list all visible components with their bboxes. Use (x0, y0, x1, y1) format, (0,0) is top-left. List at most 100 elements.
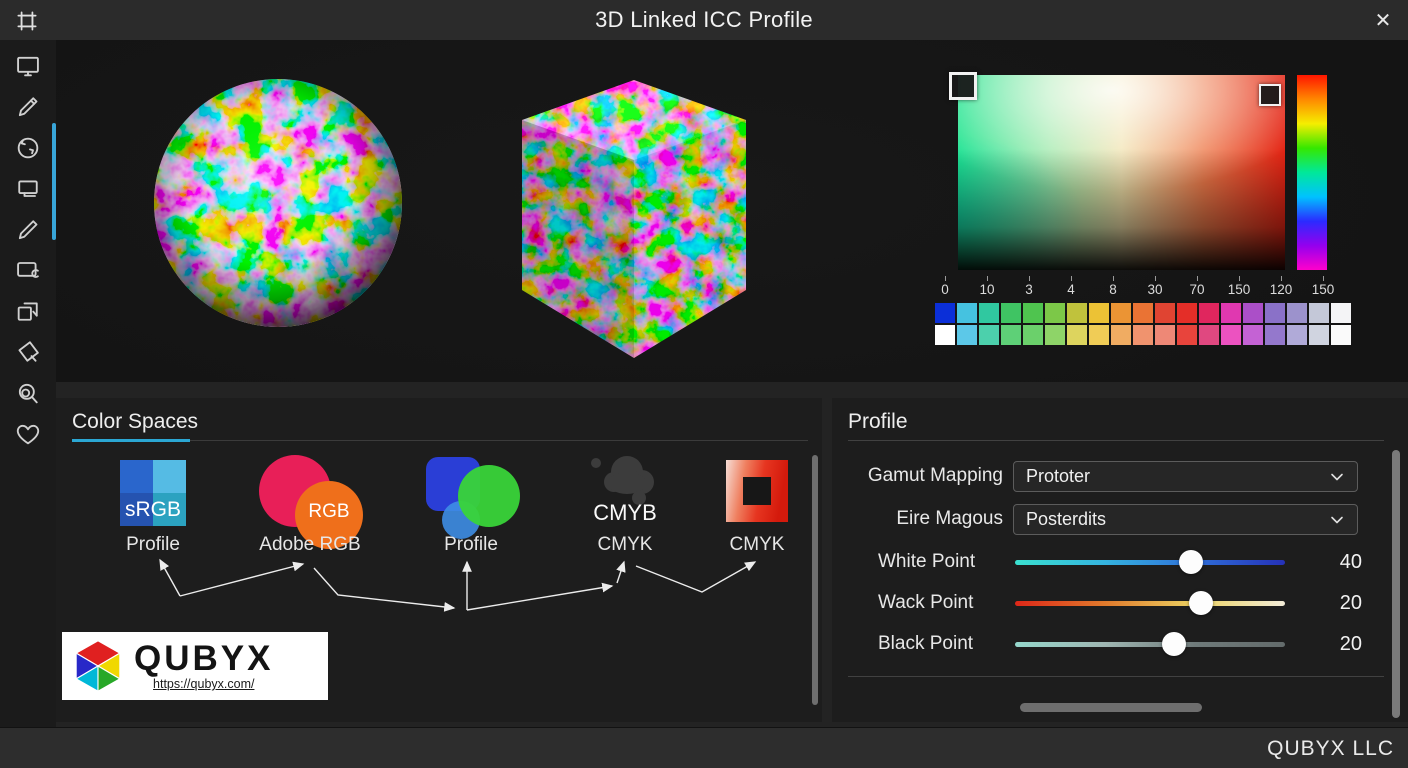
color-ruler: 0103483070150120150 (928, 276, 1340, 300)
color-gradient-field[interactable] (958, 75, 1285, 270)
3d-viewport[interactable]: 0103483070150120150 (56, 40, 1408, 382)
color-swatch[interactable] (1243, 325, 1263, 345)
dropdown-value: Prototer (1026, 466, 1329, 487)
cmyk-red-square-icon[interactable] (726, 460, 788, 522)
color-swatch[interactable] (1155, 325, 1175, 345)
color-swatch[interactable] (1331, 325, 1351, 345)
dropdown-value: Posterdits (1026, 509, 1329, 530)
color-swatch[interactable] (979, 325, 999, 345)
color-swatch[interactable] (1309, 303, 1329, 323)
gradient-selector-1[interactable] (949, 72, 977, 100)
divider (848, 676, 1384, 677)
gamut-mapping-dropdown[interactable]: Prototer (1013, 461, 1358, 492)
color-swatch[interactable] (1045, 303, 1065, 323)
color-swatch[interactable] (1155, 303, 1175, 323)
color-swatch[interactable] (935, 303, 955, 323)
color-swatch[interactable] (1089, 325, 1109, 345)
display-cc-icon[interactable] (14, 256, 42, 284)
color-swatch[interactable] (1045, 325, 1065, 345)
profile-title: Profile (848, 410, 908, 434)
company-name: QUBYX LLC (1267, 728, 1394, 768)
color-swatch[interactable] (1177, 303, 1197, 323)
qubyx-logo[interactable]: QUBYX https://qubyx.com/ (62, 632, 328, 700)
3d-cube[interactable] (504, 78, 764, 362)
slider-track[interactable] (1015, 642, 1285, 647)
slider-track[interactable] (1015, 560, 1285, 565)
gradient-selector-2[interactable] (1259, 84, 1281, 106)
color-swatch[interactable] (1111, 325, 1131, 345)
swatch-grid (935, 303, 1351, 345)
color-swatch[interactable] (957, 325, 977, 345)
qubyx-hexagon-icon (70, 638, 126, 694)
ruler-label: 30 (1138, 276, 1172, 300)
close-icon[interactable]: ✕ (1368, 6, 1398, 36)
color-swatch[interactable] (1001, 303, 1021, 323)
eraser-icon[interactable] (14, 338, 42, 366)
color-swatch[interactable] (1089, 303, 1109, 323)
pencil-2-icon[interactable] (14, 216, 42, 244)
vertical-scrollbar[interactable] (812, 455, 818, 705)
footer-bar: QUBYX LLC (0, 727, 1408, 768)
wack-point-slider[interactable] (1015, 591, 1285, 615)
white-point-slider[interactable] (1015, 550, 1285, 574)
qubyx-link[interactable]: https://qubyx.com/ (153, 677, 254, 691)
monitor-small-icon[interactable] (14, 175, 42, 203)
srgb-quadrant (153, 460, 186, 493)
color-swatch[interactable] (1199, 303, 1219, 323)
color-swatch[interactable] (1287, 325, 1307, 345)
white-point-label: White Point (878, 551, 975, 573)
color-swatch[interactable] (1133, 303, 1153, 323)
srgb-profile-icon[interactable]: sRGB (120, 460, 186, 526)
color-swatch[interactable] (1023, 325, 1043, 345)
profile-shapes-icon[interactable] (420, 455, 526, 543)
ruler-label: 3 (1012, 276, 1046, 300)
pencil-icon[interactable] (14, 93, 42, 121)
color-swatch[interactable] (1265, 303, 1285, 323)
swap-windows-icon[interactable] (14, 297, 42, 325)
hue-slider[interactable] (1297, 75, 1327, 270)
color-swatch[interactable] (1001, 325, 1021, 345)
ruler-label: 0 (928, 276, 962, 300)
history-clock-icon[interactable] (14, 134, 42, 162)
slider-thumb[interactable] (1179, 550, 1203, 574)
color-swatch[interactable] (1265, 325, 1285, 345)
color-swatch[interactable] (1177, 325, 1197, 345)
color-swatch[interactable] (1331, 303, 1351, 323)
cmyb-icon-text: CMYB (577, 500, 673, 526)
vertical-scrollbar[interactable] (1392, 450, 1400, 718)
color-swatch[interactable] (1067, 303, 1087, 323)
black-point-slider[interactable] (1015, 632, 1285, 656)
window-title: 3D Linked ICC Profile (0, 0, 1408, 40)
monitor-icon[interactable] (14, 52, 42, 80)
color-swatch[interactable] (979, 303, 999, 323)
color-swatch[interactable] (1221, 325, 1241, 345)
color-swatch[interactable] (935, 325, 955, 345)
color-swatch[interactable] (1023, 303, 1043, 323)
heart-icon[interactable] (14, 420, 42, 448)
color-swatch[interactable] (1111, 303, 1131, 323)
adobe-rgb-icon[interactable]: RGB (255, 455, 367, 541)
color-swatch[interactable] (1133, 325, 1153, 345)
color-swatch[interactable] (1287, 303, 1307, 323)
eire-magous-dropdown[interactable]: Posterdits (1013, 504, 1358, 535)
color-swatch[interactable] (1221, 303, 1241, 323)
qubyx-brand-text: QUBYX (134, 641, 273, 677)
search-icon[interactable] (14, 379, 42, 407)
slider-thumb[interactable] (1162, 632, 1186, 656)
color-swatch[interactable] (957, 303, 977, 323)
ruler-label: 8 (1096, 276, 1130, 300)
title-accent-underline (72, 439, 190, 442)
gamut-mapping-label: Gamut Mapping (848, 465, 1003, 487)
color-swatch[interactable] (1243, 303, 1263, 323)
horizontal-scrollbar[interactable] (1020, 703, 1202, 712)
red-square-hole (743, 477, 771, 505)
slider-track[interactable] (1015, 601, 1285, 606)
black-point-value: 20 (1322, 633, 1362, 656)
3d-sphere[interactable] (150, 72, 406, 334)
color-swatch[interactable] (1199, 325, 1219, 345)
color-swatch[interactable] (1309, 325, 1329, 345)
color-swatch[interactable] (1067, 325, 1087, 345)
slider-thumb[interactable] (1189, 591, 1213, 615)
green-circle (458, 465, 520, 527)
title-bar: 3D Linked ICC Profile ✕ (0, 0, 1408, 40)
